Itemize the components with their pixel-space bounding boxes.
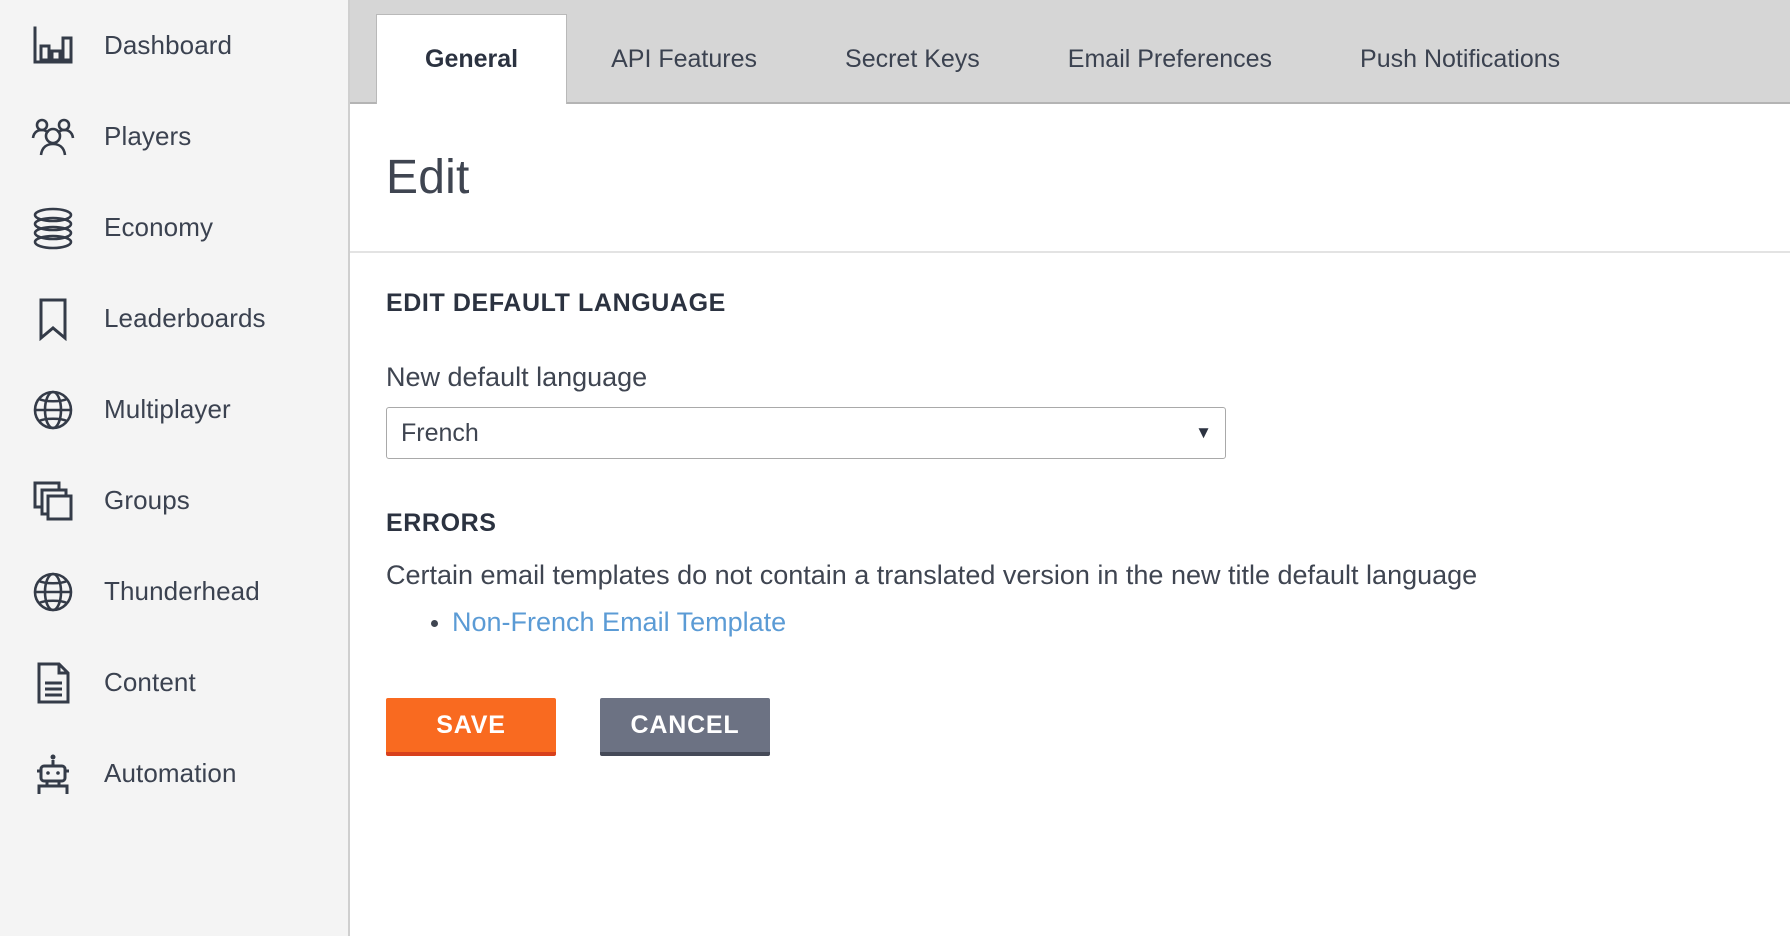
app-root: Dashboard Players Economy Leaderboards M… [0,0,1790,936]
new-default-language-select[interactable]: French [386,407,1226,459]
coin-stack-icon [24,199,82,257]
tab-label: API Features [611,44,758,73]
people-group-icon [24,108,82,166]
tab-general[interactable]: General [376,14,568,104]
sidebar-item-thunderhead[interactable]: Thunderhead [0,546,348,637]
stacked-windows-icon [24,472,82,530]
tab-email-preferences[interactable]: Email Preferences [1024,14,1316,104]
globe-icon [24,381,82,439]
bar-chart-icon [24,17,82,75]
tab-label: Email Preferences [1067,44,1273,73]
sidebar-item-label: Economy [104,212,214,242]
sidebar-item-leaderboards[interactable]: Leaderboards [0,273,348,364]
sidebar-item-players[interactable]: Players [0,91,348,182]
cancel-button[interactable]: CANCEL [600,698,770,756]
sidebar-item-label: Dashboard [104,30,233,60]
globe-icon [24,563,82,621]
sidebar-item-economy[interactable]: Economy [0,182,348,273]
errors-message: Certain email templates do not contain a… [386,560,1478,590]
sidebar-item-label: Automation [104,758,237,788]
sidebar-item-dashboard[interactable]: Dashboard [0,0,348,91]
new-default-language-field: French ▼ [386,407,1226,459]
form-actions: SAVE CANCEL [386,698,1754,756]
sidebar-item-label: Groups [104,485,190,515]
error-template-link[interactable]: Non-French Email Template [452,607,786,637]
robot-icon [24,745,82,803]
page-header: Edit [350,104,1790,253]
sidebar-item-automation[interactable]: Automation [0,728,348,819]
edit-form: EDIT DEFAULT LANGUAGE New default langua… [350,253,1790,756]
sidebar-item-label: Thunderhead [104,576,260,606]
sidebar-item-label: Multiplayer [104,394,231,424]
sidebar-item-content[interactable]: Content [0,637,348,728]
sidebar-item-multiplayer[interactable]: Multiplayer [0,364,348,455]
document-icon [24,654,82,712]
sidebar: Dashboard Players Economy Leaderboards M… [0,0,350,936]
save-button[interactable]: SAVE [386,698,556,756]
tab-label: General [425,45,519,73]
sidebar-item-label: Players [104,121,192,151]
sidebar-item-label: Content [104,667,196,697]
tab-label: Secret Keys [845,44,980,73]
tab-push-notifications[interactable]: Push Notifications [1316,14,1604,104]
new-default-language-label: New default language [386,362,648,392]
tab-secret-keys[interactable]: Secret Keys [801,14,1024,104]
section-title-errors: ERRORS [386,509,497,537]
sidebar-item-groups[interactable]: Groups [0,455,348,546]
main-content: General API Features Secret Keys Email P… [350,0,1790,936]
page-title: Edit [386,151,470,204]
settings-tab-bar: General API Features Secret Keys Email P… [350,0,1790,104]
section-title-edit-default-language: EDIT DEFAULT LANGUAGE [386,289,726,317]
sidebar-item-label: Leaderboards [104,303,266,333]
list-item: Non-French Email Template [452,607,1754,638]
tab-api-features[interactable]: API Features [567,14,801,104]
errors-list: Non-French Email Template [452,607,1754,638]
bookmark-icon [24,290,82,348]
tab-label: Push Notifications [1360,44,1561,73]
